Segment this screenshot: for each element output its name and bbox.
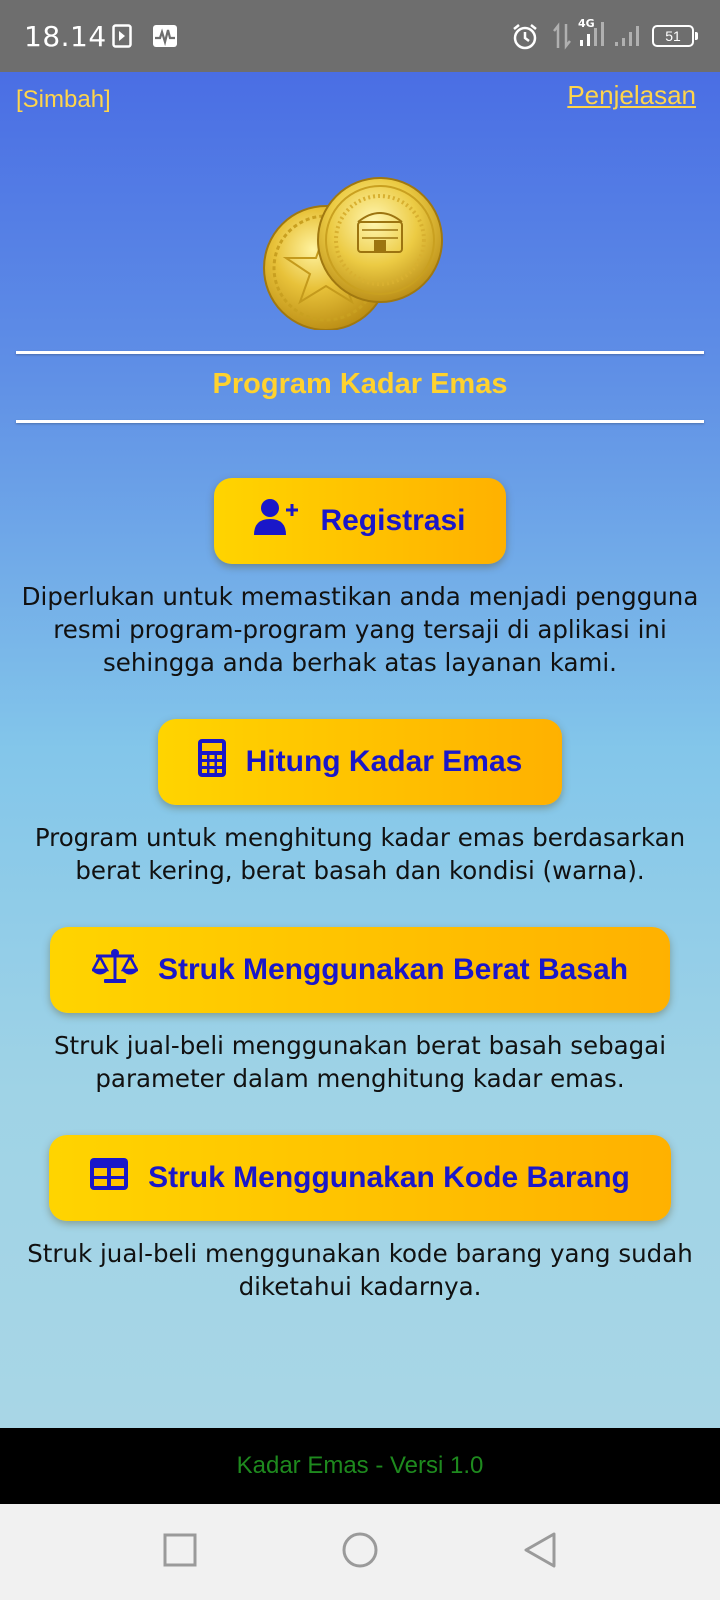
recent-apps-button[interactable] (162, 1532, 198, 1573)
user-plus-icon (254, 498, 300, 544)
activity-icon (152, 24, 178, 53)
penjelasan-link[interactable]: Penjelasan (567, 80, 696, 111)
status-time: 18.14 (24, 20, 107, 53)
registrasi-button[interactable]: Registrasi (214, 478, 506, 564)
registrasi-button-label: Registrasi (320, 504, 466, 537)
struk-berat-basah-description: Struk jual-beli menggunakan berat basah … (53, 1031, 667, 1093)
simbah-link[interactable]: [Simbah] (16, 86, 111, 114)
hitung-kadar-emas-description: Program untuk menghitung kadar emas berd… (34, 823, 686, 885)
battery-icon: 51 (652, 25, 698, 47)
signal-icon (614, 24, 646, 53)
struk-berat-basah-button-label: Struk Menggunakan Berat Basah (157, 953, 629, 986)
status-bar: 18.14 4G 51 (0, 0, 720, 72)
struk-kode-barang-button-label: Struk Menggunakan Kode Barang (148, 1161, 630, 1194)
alarm-icon (510, 22, 540, 57)
struk-kode-barang-description: Struk jual-beli menggunakan kode barang … (27, 1239, 693, 1301)
balance-scale-icon (90, 948, 140, 992)
home-button[interactable] (340, 1532, 380, 1577)
struk-berat-basah-button[interactable]: Struk Menggunakan Berat Basah (50, 927, 670, 1013)
title-divider-top (16, 351, 704, 354)
struk-kode-barang-button[interactable]: Struk Menggunakan Kode Barang (49, 1135, 671, 1221)
svg-text:4G: 4G (578, 18, 595, 30)
registrasi-description: Diperlukan untuk memastikan anda menjadi… (21, 582, 699, 677)
title-divider-bottom (16, 420, 704, 423)
table-icon (90, 1158, 129, 1198)
gold-coin-logo (262, 160, 462, 331)
back-button[interactable] (522, 1532, 558, 1577)
page-title: Program Kadar Emas (212, 368, 508, 400)
data-arrows-icon (552, 22, 572, 55)
calculator-icon (197, 739, 226, 785)
navigation-bar (0, 1504, 720, 1600)
version-footer: Kadar Emas - Versi 1.0 (0, 1428, 720, 1504)
play-notification-icon (112, 24, 132, 53)
signal-icon: 4G (578, 17, 612, 53)
hitung-kadar-emas-button[interactable]: Hitung Kadar Emas (158, 719, 562, 805)
hitung-kadar-emas-button-label: Hitung Kadar Emas (245, 745, 523, 778)
app-content: [Simbah] Penjelasan Program Kadar Emas R… (0, 72, 720, 1428)
